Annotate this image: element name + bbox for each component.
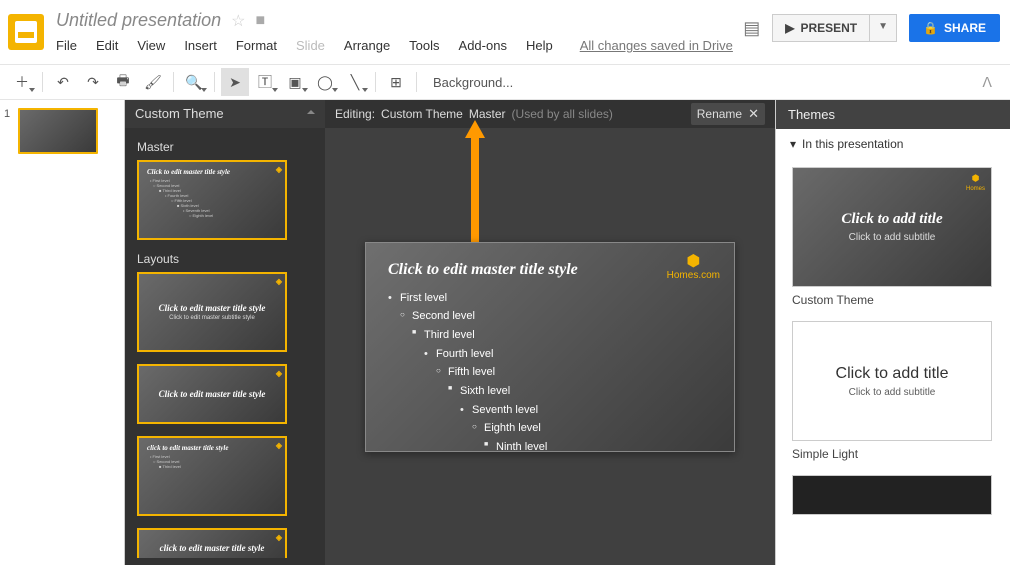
slides-logo: [8, 14, 44, 50]
master-title-placeholder[interactable]: Click to edit master title style: [388, 261, 712, 279]
logo-icon: ◈: [276, 277, 282, 286]
header-right: ▤ ▶PRESENT ▼ 🔒SHARE: [743, 14, 1000, 42]
theme-name-label: Simple Light: [792, 447, 994, 461]
theme-card-dark[interactable]: [792, 475, 992, 515]
theme-name-label: Custom Theme: [792, 293, 994, 307]
new-slide-button[interactable]: ＋: [8, 68, 36, 96]
document-title[interactable]: Untitled presentation: [56, 10, 221, 31]
layouts-section-label: Layouts: [137, 252, 313, 266]
textbox-tool[interactable]: 🅃: [251, 68, 279, 96]
menu-arrange[interactable]: Arrange: [344, 38, 390, 53]
close-master-icon[interactable]: ✕: [748, 106, 759, 122]
present-button[interactable]: ▶PRESENT: [772, 14, 870, 42]
save-status[interactable]: All changes saved in Drive: [580, 38, 733, 53]
caret-down-icon: ▾: [790, 137, 796, 151]
logo-icon: ◈: [276, 165, 282, 174]
rename-button[interactable]: Rename: [697, 107, 742, 121]
move-folder-icon[interactable]: ■: [255, 12, 265, 30]
main-area: 1 Custom Theme Master ◈ Click to edit ma…: [0, 100, 1010, 565]
canvas-area: Editing: Custom Theme Master (Used by al…: [325, 100, 775, 565]
theme-card-custom[interactable]: ⬢Homes Click to add title Click to add s…: [792, 167, 992, 287]
menu-edit[interactable]: Edit: [96, 38, 118, 53]
play-icon: ▶: [785, 21, 794, 35]
title-area: Untitled presentation ☆ ■ File Edit View…: [56, 8, 743, 53]
star-icon[interactable]: ☆: [231, 11, 245, 31]
undo-button[interactable]: ↶: [49, 68, 77, 96]
image-tool[interactable]: ▣: [281, 68, 309, 96]
menu-addons[interactable]: Add-ons: [459, 38, 507, 53]
logo-icon: ⬢Homes: [966, 174, 985, 192]
themes-panel: Themes ▾In this presentation ⬢Homes Clic…: [775, 100, 1010, 565]
menu-insert[interactable]: Insert: [184, 38, 217, 53]
menu-format[interactable]: Format: [236, 38, 277, 53]
lock-icon: 🔒: [923, 21, 938, 35]
layout-thumb-title[interactable]: ◈ Click to edit master title style Click…: [137, 272, 287, 352]
toolbar-collapse[interactable]: ᐱ: [982, 74, 1002, 91]
add-placeholder-button[interactable]: ⊞: [382, 68, 410, 96]
present-dropdown[interactable]: ▼: [870, 14, 897, 42]
share-button[interactable]: 🔒SHARE: [909, 14, 1000, 42]
layout-thumb-content[interactable]: ◈ click to edit master title style • Fir…: [137, 436, 287, 516]
used-by-label: (Used by all slides): [512, 107, 613, 121]
background-button[interactable]: Background...: [423, 75, 523, 90]
menu-slide: Slide: [296, 38, 325, 53]
master-thumb[interactable]: ◈ Click to edit master title style • Fir…: [137, 160, 287, 240]
brand-logo: ⬢Homes.com: [667, 253, 720, 282]
master-body-placeholder[interactable]: First level Second level Third level Fou…: [388, 289, 712, 457]
shape-tool[interactable]: ◯: [311, 68, 339, 96]
editing-label: Editing:: [335, 107, 375, 121]
themes-header: Themes: [776, 100, 1010, 129]
theme-card-simple-light[interactable]: Click to add title Click to add subtitle: [792, 321, 992, 441]
logo-icon: ◈: [276, 533, 282, 542]
slide-thumb-1[interactable]: [18, 108, 98, 154]
layout-panel-header[interactable]: Custom Theme: [125, 100, 325, 128]
line-tool[interactable]: ╲: [341, 68, 369, 96]
themes-subheader[interactable]: ▾In this presentation: [776, 129, 1010, 159]
slide-number: 1: [4, 108, 10, 120]
master-slide[interactable]: ⬢Homes.com Click to edit master title st…: [365, 242, 735, 452]
redo-button[interactable]: ↷: [79, 68, 107, 96]
editing-theme-name: Custom Theme: [381, 107, 463, 121]
editing-master-label: Master: [469, 107, 506, 121]
toolbar: ＋ ↶ ↷ 🖶 🖌 🔍 ➤ 🅃 ▣ ◯ ╲ ⊞ Background... ᐱ: [0, 64, 1010, 100]
layout-panel: Custom Theme Master ◈ Click to edit mast…: [125, 100, 325, 565]
menu-help[interactable]: Help: [526, 38, 553, 53]
slide-filmstrip: 1: [0, 100, 125, 565]
canvas-body: ⬢Homes.com Click to edit master title st…: [325, 128, 775, 565]
menu-bar: File Edit View Insert Format Slide Arran…: [56, 38, 743, 53]
app-header: Untitled presentation ☆ ■ File Edit View…: [0, 0, 1010, 64]
select-tool[interactable]: ➤: [221, 68, 249, 96]
paint-format-button[interactable]: 🖌: [139, 68, 167, 96]
print-button[interactable]: 🖶: [109, 68, 137, 96]
zoom-button[interactable]: 🔍: [180, 68, 208, 96]
layout-thumb-4[interactable]: ◈ click to edit master title style: [137, 528, 287, 558]
layout-thumb-section[interactable]: ◈ Click to edit master title style: [137, 364, 287, 424]
menu-file[interactable]: File: [56, 38, 77, 53]
menu-view[interactable]: View: [137, 38, 165, 53]
master-section-label: Master: [137, 140, 313, 154]
comments-icon[interactable]: ▤: [743, 18, 760, 39]
logo-icon: ◈: [276, 369, 282, 378]
canvas-header: Editing: Custom Theme Master (Used by al…: [325, 100, 775, 128]
menu-tools[interactable]: Tools: [409, 38, 439, 53]
logo-icon: ◈: [276, 441, 282, 450]
